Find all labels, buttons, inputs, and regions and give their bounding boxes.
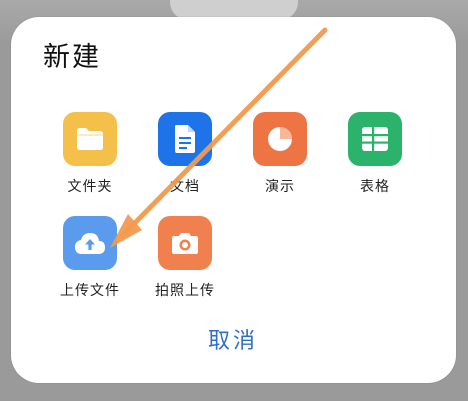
new-presentation-label: 演示 — [265, 179, 295, 195]
new-folder-button[interactable]: 文件夹 — [42, 112, 138, 196]
cloud-upload-icon — [75, 233, 105, 254]
new-item-dialog: 新建 文件夹 文档 演示 表格 上传文件 拍照上传 取消 — [11, 17, 456, 383]
document-icon — [175, 125, 195, 153]
new-document-button[interactable]: 文档 — [137, 112, 233, 196]
photo-upload-button[interactable]: 拍照上传 — [137, 216, 233, 300]
folder-icon — [77, 128, 103, 150]
new-presentation-button[interactable]: 演示 — [232, 112, 328, 196]
new-spreadsheet-button[interactable]: 表格 — [327, 112, 423, 196]
dialog-title: 新建 — [43, 42, 101, 73]
new-document-label: 文档 — [170, 179, 200, 195]
folder-tile — [63, 112, 117, 166]
spreadsheet-tile — [348, 112, 402, 166]
new-folder-label: 文件夹 — [67, 179, 113, 195]
camera-icon — [172, 233, 198, 254]
presentation-tile — [253, 112, 307, 166]
photo-upload-tile — [158, 216, 212, 270]
new-spreadsheet-label: 表格 — [360, 179, 390, 195]
upload-file-label: 上传文件 — [60, 283, 120, 299]
photo-upload-label: 拍照上传 — [155, 283, 215, 299]
table-icon — [362, 127, 388, 151]
upload-tile — [63, 216, 117, 270]
document-tile — [158, 112, 212, 166]
cancel-button[interactable]: 取消 — [183, 323, 283, 355]
upload-file-button[interactable]: 上传文件 — [42, 216, 138, 300]
pie-chart-icon — [268, 127, 292, 151]
